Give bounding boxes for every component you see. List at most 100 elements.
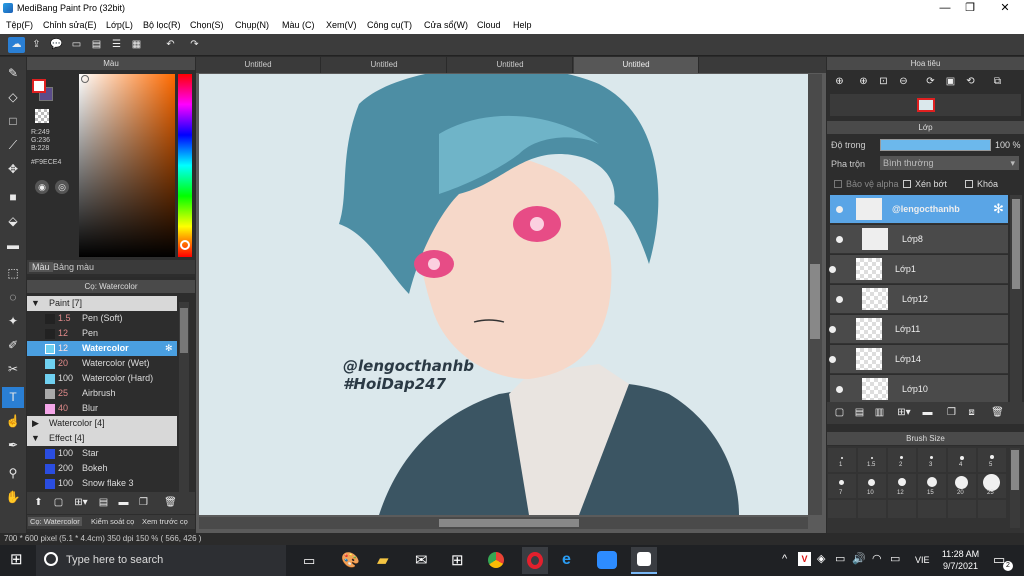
drawing-canvas[interactable]: @lengocthanhb #HoiDap247 [199, 74, 808, 515]
gradient-tool-icon[interactable]: ▬ [2, 235, 24, 256]
fill-rect-tool-icon[interactable]: ■ [2, 187, 24, 208]
brush-item[interactable]: 100 Watercolor (Hard) [27, 371, 177, 386]
tray-app-icon[interactable]: ◈ [817, 552, 825, 565]
menu-edit[interactable]: Chỉnh sửa(E) [43, 20, 97, 30]
display-icon[interactable]: ▭ [890, 552, 900, 565]
hue-slider[interactable] [178, 74, 192, 257]
layer-row[interactable]: Lớp1 [829, 255, 1008, 284]
layer-scrollbar[interactable] [1010, 195, 1022, 405]
full-icon[interactable]: ▣ [942, 74, 959, 90]
delete-layer-icon[interactable]: 🗑 [989, 405, 1006, 421]
zoom-in-icon[interactable]: ⊕ [855, 74, 872, 90]
size-cell[interactable] [858, 500, 886, 518]
menu-window[interactable]: Cửa sổ(W) [424, 20, 468, 30]
clip-checkbox[interactable] [903, 180, 911, 188]
menu-filter[interactable]: Bộ lọc(R) [143, 20, 181, 30]
brush-tool-icon[interactable]: ✎ [2, 63, 24, 84]
merge-layer-icon[interactable]: ⧈ [963, 405, 980, 421]
layer-row[interactable]: Lớp10 [830, 375, 1008, 404]
mail-icon[interactable]: ✉ [415, 551, 428, 569]
brush-item[interactable]: 40 Blur [27, 401, 177, 416]
menu-capture[interactable]: Chụp(N) [235, 20, 269, 30]
comment-icon[interactable]: 💬 [48, 37, 65, 53]
blend-mode-select[interactable]: Bình thường ▾ [880, 156, 1019, 170]
duplicate-icon[interactable]: ❐ [135, 495, 152, 511]
close-button[interactable]: ✕ [990, 1, 1020, 16]
brush-group-paint[interactable]: ▼ Paint [7] [27, 296, 177, 311]
size-cell[interactable]: 10 [858, 474, 886, 498]
volume-icon[interactable]: 🔊 [852, 552, 866, 565]
menu-color[interactable]: Màu (C) [282, 20, 315, 30]
brush-settings-icon[interactable]: ✻ [165, 341, 173, 356]
tray-v-icon[interactable]: V [798, 552, 811, 566]
opacity-slider[interactable] [880, 139, 991, 151]
menu-cloud[interactable]: Cloud [477, 20, 501, 30]
size-cell[interactable]: 2 [888, 448, 916, 472]
layer-folder-icon[interactable]: ▬ [919, 405, 936, 421]
menu-select[interactable]: Chọn(S) [190, 20, 224, 30]
brush-item[interactable]: 100 Snow flake 3 [27, 476, 177, 491]
maximize-button[interactable]: ❐ [955, 1, 985, 16]
new-layer-icon[interactable]: ▢ [831, 405, 848, 421]
line-tool-icon[interactable]: ⟋ [2, 135, 24, 156]
tab-brush-preview[interactable]: Xem trước cọ [142, 517, 188, 526]
size-cell[interactable]: 5 [978, 448, 1006, 472]
palette-add-icon[interactable]: ◎ [55, 180, 69, 194]
protect-alpha-checkbox[interactable] [834, 180, 842, 188]
size-cell[interactable]: 4 [948, 448, 976, 472]
visibility-icon[interactable] [836, 236, 843, 243]
grid-icon[interactable]: ▦ [128, 37, 145, 53]
paint-app-icon[interactable]: 🎨 [341, 551, 360, 569]
tray-chevron-icon[interactable]: ^ [782, 553, 787, 565]
brush-item[interactable]: 20 Watercolor (Wet) [27, 356, 177, 371]
canvas-horizontal-scrollbar[interactable] [199, 517, 808, 529]
menu-file[interactable]: Tệp(F) [6, 20, 33, 30]
tab-document-4-active[interactable]: Untitled [574, 57, 699, 73]
lock-checkbox[interactable] [965, 180, 973, 188]
saturation-value-square[interactable] [79, 74, 175, 257]
layer-row[interactable]: Lớp12 [830, 285, 1008, 314]
task-view-icon[interactable]: ▭ [303, 553, 315, 569]
hand-tool-icon[interactable]: ✋ [2, 487, 24, 508]
size-cell[interactable]: 1.5 [858, 448, 886, 472]
windows-start-icon[interactable]: ⊞ [10, 552, 26, 568]
undo-icon[interactable]: ↶ [162, 37, 179, 53]
palette-icon[interactable]: ◉ [35, 180, 49, 194]
message-icon[interactable]: ▭ [68, 37, 85, 53]
tab-brush[interactable]: Cọ: Watercolor [28, 517, 82, 526]
new-brush-icon[interactable]: ▢ [50, 495, 67, 511]
size-cell[interactable]: 3 [918, 448, 946, 472]
tab-document-1[interactable]: Untitled [196, 57, 321, 73]
wifi-icon[interactable]: ◠ [872, 552, 882, 565]
canvas-vertical-scrollbar[interactable] [808, 74, 822, 515]
rotate-left-icon[interactable]: ⟲ [962, 74, 979, 90]
select-eraser-icon[interactable]: ✂ [2, 359, 24, 380]
visibility-icon[interactable] [836, 386, 843, 393]
hue-handle[interactable] [180, 240, 190, 250]
select-tool-icon[interactable]: ⬚ [2, 263, 24, 284]
divide-tool-icon[interactable]: ✒ [2, 435, 24, 456]
tab-palette[interactable]: Bảng màu [53, 262, 94, 272]
clock[interactable]: 11:28 AM 9/7/2021 [938, 548, 983, 572]
size-cell[interactable]: 15 [918, 474, 946, 498]
layer-row[interactable]: Lớp8 [830, 225, 1008, 254]
file-explorer-icon[interactable]: ▰ [377, 551, 389, 569]
size-cell[interactable]: 12 [888, 474, 916, 498]
list-icon[interactable]: ☰ [108, 37, 125, 53]
size-cell[interactable]: 20 [948, 474, 976, 498]
store-icon[interactable]: ⊞ [451, 551, 464, 569]
visibility-icon[interactable] [829, 326, 836, 333]
transparent-swatch[interactable] [35, 109, 49, 123]
brush-item[interactable]: 12 Pen [27, 326, 177, 341]
brush-item[interactable]: 1.5 Pen (Soft) [27, 311, 177, 326]
menu-layer[interactable]: Lớp(L) [106, 20, 133, 30]
size-cell[interactable]: 1 [828, 448, 856, 472]
add-brush-menu-icon[interactable]: ⊞▾ [70, 495, 92, 511]
size-cell[interactable] [948, 500, 976, 518]
color-picker-cursor[interactable] [81, 75, 89, 83]
size-cell[interactable]: 7 [828, 474, 856, 498]
zoom-app-icon[interactable] [597, 551, 617, 569]
tab-document-3[interactable]: Untitled [448, 57, 573, 73]
move-tool-icon[interactable]: ✥ [2, 159, 24, 180]
size-cell[interactable] [888, 500, 916, 518]
